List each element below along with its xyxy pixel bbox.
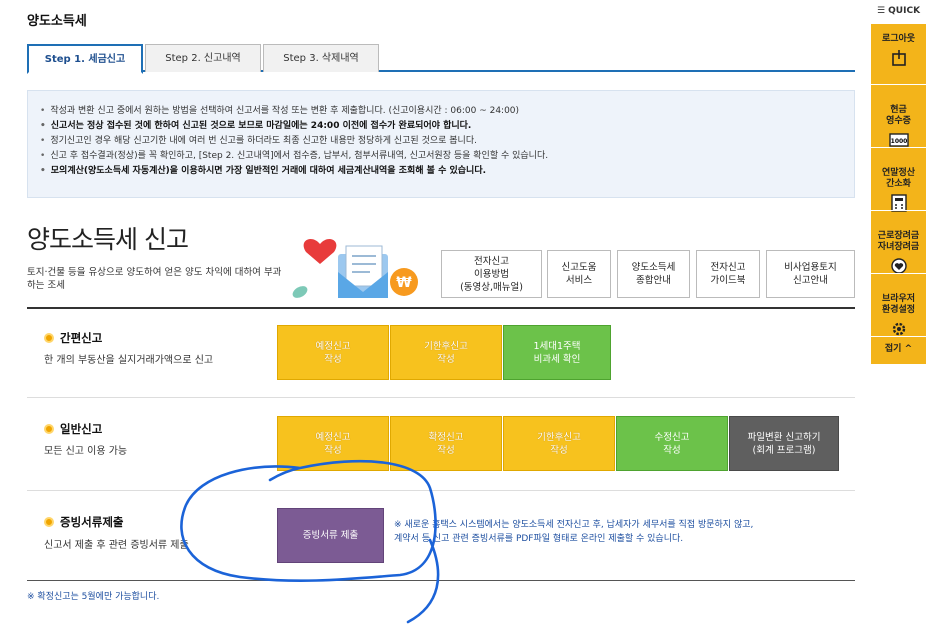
quick-incentive-label: 근로장려금 자녀장려금 <box>877 231 920 252</box>
notice-item: 정기신고인 경우 해당 신고기한 내에 여러 번 신고를 하더라도 최종 신고한… <box>40 134 842 149</box>
notice-item: 신고 후 접수결과(정상)를 꼭 확인하고, [Step 2. 신고내역]에서 … <box>40 149 842 164</box>
quick-separator <box>871 147 926 148</box>
amended-filing-button[interactable]: 수정신고 작성 <box>616 416 728 471</box>
quick-browser-settings[interactable]: 브라우저 환경설정 <box>871 283 926 349</box>
single-home-exemption-check-button[interactable]: 1세대1주택 비과세 확인 <box>503 325 611 380</box>
quick-cash-receipt-label: 현금 영수증 <box>886 105 911 126</box>
notice-box: 작성과 변환 신고 중에서 원하는 방법을 선택하여 신고서를 작성 또는 변환… <box>27 90 855 198</box>
bullet-icon <box>44 333 54 343</box>
bullet-icon <box>44 517 54 527</box>
evidence-note: ※ 새로운 홈택스 시스템에서는 양도소득세 전자신고 후, 납세자가 세무서를… <box>394 520 754 544</box>
quick-year-end-settlement[interactable]: 연말정산 간소화 <box>871 157 926 223</box>
notice-item: 신고서는 정상 접수된 것에 한하여 신고된 것으로 보므로 마감일에는 24:… <box>40 119 842 134</box>
simple-filing-desc: 한 개의 부동산을 실지거래가액으로 신고 <box>44 355 214 366</box>
simple-preliminary-filing-button[interactable]: 예정신고 작성 <box>277 325 389 380</box>
main-title: 양도소득세 신고 <box>27 225 189 254</box>
page-title: 양도소득세 <box>27 14 87 29</box>
general-filing-desc: 모든 신고 이용 가능 <box>44 446 128 457</box>
footnote: ※ 확정신고는 5월에만 가능합니다. <box>27 592 160 602</box>
tab-step1[interactable]: Step 1. 세금신고 <box>27 44 143 74</box>
general-late-filing-button[interactable]: 기한후신고 작성 <box>503 416 615 471</box>
general-final-filing-button[interactable]: 확정신고 작성 <box>390 416 502 471</box>
e-filing-guide-button[interactable]: 전자신고 이용방법 (동영상,매뉴얼) <box>441 250 542 298</box>
section-divider <box>27 490 855 491</box>
step-tabs: Step 1. 세금신고 Step 2. 신고내역 Step 3. 삭제내역 <box>27 44 855 74</box>
tax-illustration: ₩ <box>292 238 418 298</box>
quick-logout[interactable]: 로그아웃 <box>871 34 926 67</box>
quick-menu-header: ☰ QUICK <box>876 6 921 16</box>
section-divider <box>27 580 855 581</box>
evidence-submission-title: 증빙서류제출 <box>44 514 123 530</box>
svg-text:₩: ₩ <box>396 275 412 291</box>
quick-separator <box>871 336 926 337</box>
file-conversion-filing-button[interactable]: 파일변환 신고하기 (회계 프로그램) <box>729 416 839 471</box>
quick-separator <box>871 210 926 211</box>
bullet-icon <box>44 424 54 434</box>
quick-year-end-label: 연말정산 간소화 <box>881 168 916 189</box>
quick-collapse-button[interactable]: 접기 ^ <box>871 344 926 355</box>
tab-step3[interactable]: Step 3. 삭제내역 <box>263 44 379 72</box>
svg-text:1000: 1000 <box>890 138 907 145</box>
main-description: 토지·건물 등을 유상으로 양도하여 얻은 양도 차익에 대하여 부과하는 조세 <box>27 267 282 291</box>
general-preliminary-filing-button[interactable]: 예정신고 작성 <box>277 416 389 471</box>
notice-item: 모의계산(양도소득세 자동계산)을 이용하시면 가장 일반적인 거래에 대하여 … <box>40 164 842 179</box>
evidence-submit-button[interactable]: 증빙서류 제출 <box>277 508 384 563</box>
logout-icon <box>891 50 906 66</box>
general-filing-label: 일반신고 <box>60 422 103 436</box>
e-filing-guidebook-button[interactable]: 전자신고 가이드북 <box>696 250 760 298</box>
simple-late-filing-button[interactable]: 기한후신고 작성 <box>390 325 502 380</box>
evidence-submission-desc: 신고서 제출 후 관련 증빙서류 제출 <box>44 540 189 551</box>
simple-filing-title: 간편신고 <box>44 330 102 346</box>
evidence-submission-label: 증빙서류제출 <box>60 515 124 529</box>
quick-menu: 로그아웃 현금 영수증 1000 연말정산 간소화 근로장려금 자녀장려금 브라… <box>871 24 926 364</box>
filing-help-service-button[interactable]: 신고도움 서비스 <box>547 250 611 298</box>
section-divider <box>27 307 855 309</box>
quick-browser-label: 브라우저 환경설정 <box>881 294 916 315</box>
quick-separator <box>871 84 926 85</box>
capital-gains-overview-button[interactable]: 양도소득세 종합안내 <box>617 250 690 298</box>
quick-logout-label: 로그아웃 <box>881 34 916 44</box>
section-divider <box>27 397 855 398</box>
quick-separator <box>871 273 926 274</box>
general-filing-title: 일반신고 <box>44 421 102 437</box>
notice-item: 작성과 변환 신고 중에서 원하는 방법을 선택하여 신고서를 작성 또는 변환… <box>40 104 842 119</box>
simple-filing-label: 간편신고 <box>60 331 103 345</box>
quick-cash-receipt[interactable]: 현금 영수증 1000 <box>871 94 926 160</box>
quick-incentive[interactable]: 근로장려금 자녀장려금 <box>871 220 926 286</box>
non-business-land-guide-button[interactable]: 비사업용토지 신고안내 <box>766 250 855 298</box>
tab-step2[interactable]: Step 2. 신고내역 <box>145 44 261 72</box>
